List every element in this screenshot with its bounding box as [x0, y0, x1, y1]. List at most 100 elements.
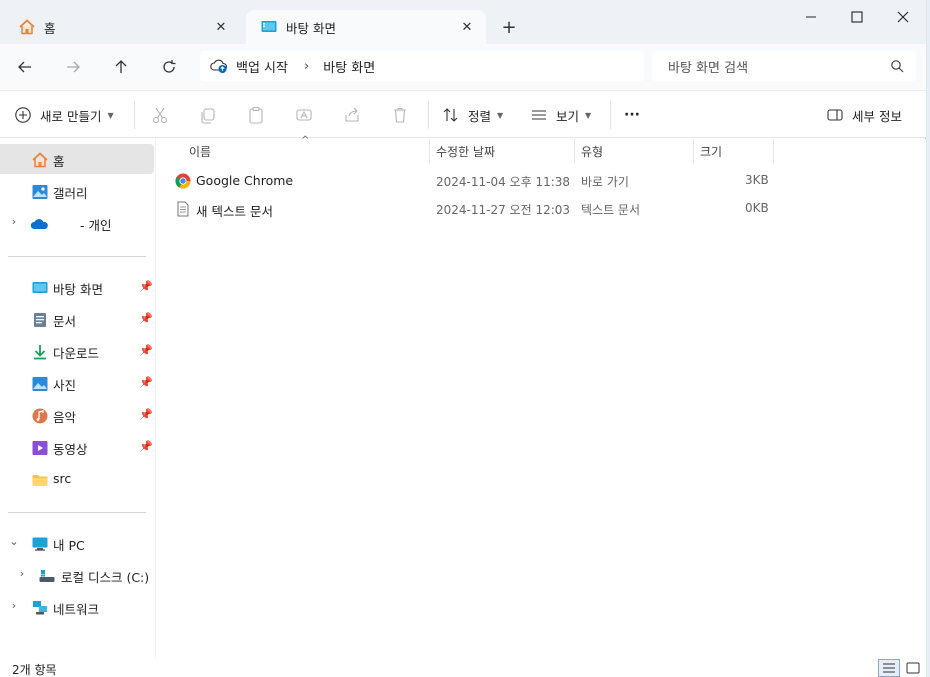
- tab-home[interactable]: 홈 ✕: [4, 10, 240, 44]
- more-options-button[interactable]: ···: [624, 103, 640, 127]
- address-bar[interactable]: 백업 시작 › 바탕 화면: [200, 51, 644, 81]
- cut-icon[interactable]: [150, 105, 170, 125]
- gallery-icon: [32, 185, 48, 199]
- share-icon[interactable]: [342, 105, 362, 125]
- backup-label[interactable]: 백업 시작: [236, 57, 288, 76]
- navigation-pane: 홈 갤러리 › - 개인 바탕 화면 📌 문서 📌 다운로드 📌 사진 📌 음악…: [0, 139, 156, 659]
- sidebar-item-desktop[interactable]: 바탕 화면 📌: [0, 272, 154, 302]
- tab-desktop[interactable]: 바탕 화면 ✕: [246, 10, 486, 44]
- maximize-button[interactable]: [834, 4, 880, 30]
- column-header-size[interactable]: 크기: [700, 139, 722, 163]
- tab-home-label: 홈: [44, 20, 56, 36]
- network-icon: [33, 601, 47, 615]
- sidebar-item-pictures[interactable]: 사진 📌: [0, 368, 154, 398]
- file-type: 텍스트 문서: [581, 203, 641, 217]
- column-separator[interactable]: [773, 139, 774, 163]
- sidebar-item-label: 음악: [53, 410, 77, 425]
- sidebar-item-music[interactable]: 음악 📌: [0, 400, 154, 430]
- sidebar-item-onedrive[interactable]: › - 개인: [0, 208, 154, 238]
- search-icon[interactable]: [890, 59, 904, 73]
- paste-icon[interactable]: [246, 105, 266, 125]
- close-tab-icon[interactable]: ✕: [212, 18, 230, 36]
- file-type: 바로 가기: [581, 175, 629, 189]
- close-tab-icon[interactable]: ✕: [458, 18, 476, 36]
- chevron-down-icon: ▼: [107, 110, 114, 120]
- sidebar-item-this-pc[interactable]: ⌄ 내 PC: [0, 528, 154, 558]
- column-name-label: 이름: [189, 144, 212, 159]
- column-separator[interactable]: [429, 139, 430, 163]
- sidebar-item-label: src: [53, 471, 72, 486]
- sort-button[interactable]: 정렬 ▼: [442, 103, 503, 127]
- chevron-right-icon[interactable]: ›: [8, 215, 20, 228]
- search-placeholder: 바탕 화면 검색: [668, 60, 749, 76]
- new-label: 새로 만들기: [40, 108, 102, 124]
- details-pane-button[interactable]: 세부 정보: [826, 103, 902, 127]
- file-list: 이름 ^ 수정한 날짜 유형 크기 Google Chrome 2024-11-…: [157, 135, 926, 659]
- minimize-button[interactable]: [788, 4, 834, 30]
- details-label: 세부 정보: [852, 108, 902, 124]
- desktop-icon: [261, 21, 277, 32]
- view-label: 보기: [556, 108, 580, 124]
- pin-icon[interactable]: 📌: [139, 280, 153, 293]
- sidebar-item-downloads[interactable]: 다운로드 📌: [0, 336, 154, 366]
- thumbnail-view-icon: [906, 662, 920, 674]
- download-icon: [34, 345, 46, 360]
- table-row[interactable]: Google Chrome 2024-11-04 오후 11:38 바로 가기 …: [173, 168, 773, 194]
- arrow-right-icon: [67, 61, 80, 73]
- divider: [8, 256, 146, 257]
- new-tab-button[interactable]: +: [498, 16, 520, 38]
- column-separator[interactable]: [693, 139, 694, 163]
- sidebar-item-src[interactable]: src: [0, 464, 154, 494]
- column-header-type[interactable]: 유형: [581, 139, 603, 163]
- sidebar-item-videos[interactable]: 동영상 📌: [0, 432, 154, 462]
- details-pane-icon: [827, 109, 843, 121]
- sidebar-item-gallery[interactable]: 갤러리: [0, 176, 154, 206]
- sidebar-item-label: 로컬 디스크 (C:): [61, 570, 150, 585]
- sort-icon: [443, 108, 458, 122]
- file-size: 3KB: [745, 173, 769, 187]
- close-window-button[interactable]: [880, 4, 926, 30]
- pin-icon[interactable]: 📌: [139, 440, 153, 453]
- divider: [428, 101, 429, 129]
- pin-icon[interactable]: 📌: [139, 312, 153, 325]
- forward-button[interactable]: [58, 52, 88, 82]
- rename-icon[interactable]: [294, 105, 314, 125]
- sidebar-item-local-disk[interactable]: › 로컬 디스크 (C:): [0, 560, 154, 590]
- search-input[interactable]: 바탕 화면 검색: [652, 51, 916, 81]
- chevron-down-icon[interactable]: ⌄: [8, 535, 20, 548]
- column-separator[interactable]: [574, 139, 575, 163]
- copy-icon[interactable]: [198, 105, 218, 125]
- onedrive-icon: [31, 219, 48, 229]
- documents-icon: [34, 313, 46, 327]
- pin-icon[interactable]: 📌: [139, 408, 153, 421]
- refresh-button[interactable]: [154, 52, 184, 82]
- refresh-icon: [163, 60, 176, 73]
- pin-icon[interactable]: 📌: [139, 344, 153, 357]
- chevron-right-icon[interactable]: ›: [8, 599, 20, 612]
- view-button[interactable]: 보기 ▼: [530, 103, 591, 127]
- pin-icon[interactable]: 📌: [139, 376, 153, 389]
- delete-icon[interactable]: [390, 105, 410, 125]
- title-bar: 홈 ✕ 바탕 화면 ✕ +: [0, 0, 926, 44]
- more-icon: ···: [624, 107, 640, 123]
- column-header-modified[interactable]: 수정한 날짜: [436, 139, 495, 163]
- file-modified: 2024-11-04 오후 11:38: [436, 175, 571, 189]
- music-icon: [32, 408, 48, 424]
- chevron-right-icon[interactable]: ›: [16, 567, 28, 580]
- chevron-right-icon[interactable]: ›: [304, 59, 309, 74]
- sidebar-item-network[interactable]: › 네트워크: [0, 592, 154, 622]
- breadcrumb-desktop[interactable]: 바탕 화면: [323, 57, 375, 76]
- table-row[interactable]: 새 텍스트 문서 2024-11-27 오전 12:03 텍스트 문서 0KB: [173, 196, 773, 222]
- new-button[interactable]: 새로 만들기 ▼: [14, 103, 114, 127]
- sidebar-item-home[interactable]: 홈: [0, 144, 154, 174]
- divider: [134, 101, 135, 129]
- thumbnail-view-button[interactable]: [902, 659, 924, 677]
- pc-icon: [32, 537, 48, 551]
- details-view-button[interactable]: [878, 659, 900, 677]
- up-button[interactable]: [106, 52, 136, 82]
- column-header-name[interactable]: 이름: [189, 139, 211, 163]
- sidebar-item-documents[interactable]: 문서 📌: [0, 304, 154, 334]
- back-button[interactable]: [10, 52, 40, 82]
- sort-ascending-icon: ^: [301, 135, 310, 146]
- file-name: Google Chrome: [196, 173, 294, 188]
